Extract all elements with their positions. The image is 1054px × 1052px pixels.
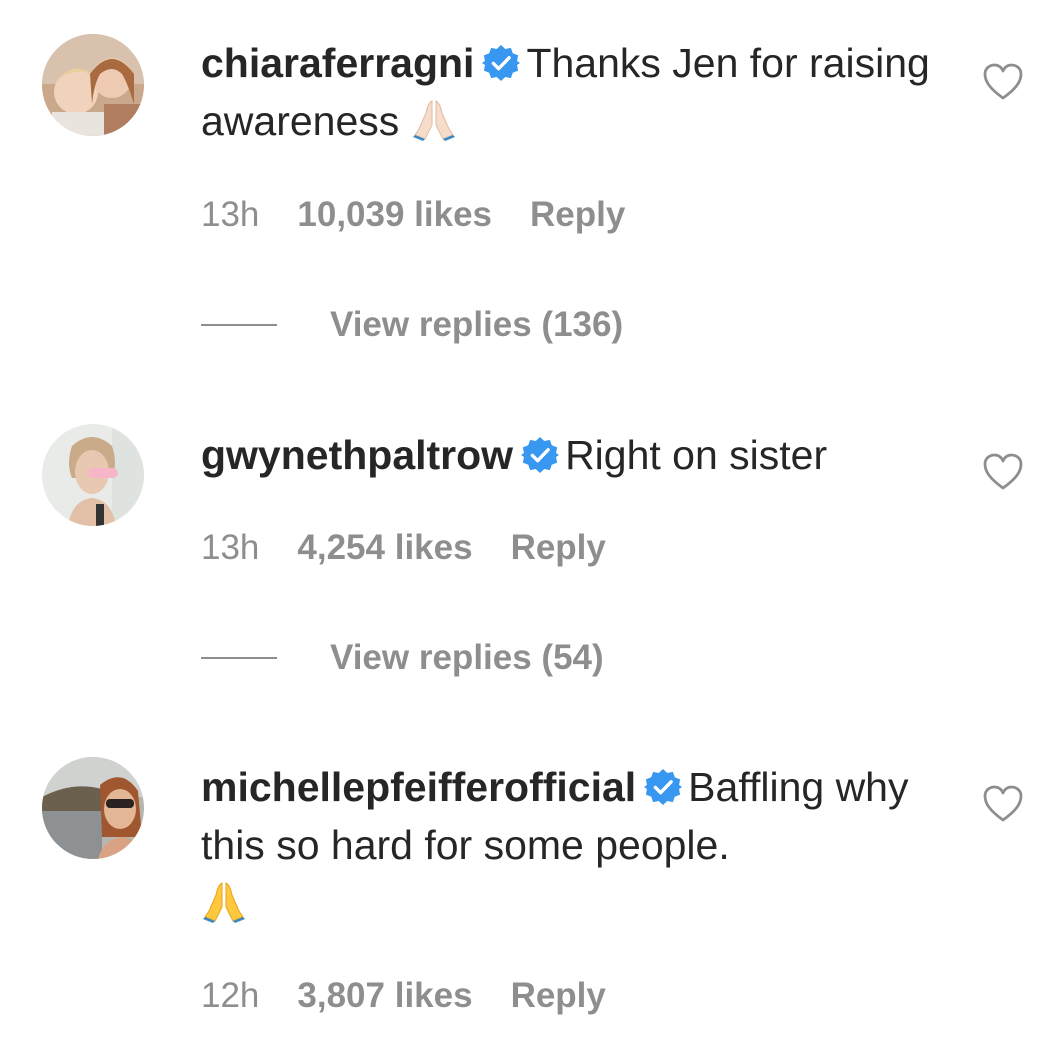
folded-hands-light-skin-emoji <box>411 95 457 141</box>
comment-likes[interactable]: 10,039 likes <box>297 195 492 235</box>
view-replies-button[interactable]: View replies (54) <box>201 636 661 680</box>
view-replies-label[interactable]: View replies (54) <box>330 636 604 680</box>
comment-time: 13h <box>201 528 260 567</box>
avatar[interactable] <box>42 424 144 526</box>
verified-badge-icon <box>482 44 521 82</box>
comment-meta: 12h 3,807 likes Reply <box>201 976 606 1016</box>
comment-body: michellepfeifferofficial Baffling why thi… <box>201 758 941 932</box>
verified-badge-icon <box>521 436 560 474</box>
comment-username[interactable]: chiaraferragni <box>201 40 474 86</box>
comment-likes[interactable]: 3,807 likes <box>297 976 472 1016</box>
heart-icon[interactable] <box>983 453 1023 491</box>
comment-time: 12h <box>201 976 260 1015</box>
verified-badge-icon <box>644 768 683 806</box>
comment-text: Right on sister <box>565 432 828 478</box>
view-replies-button[interactable]: View replies (136) <box>201 303 681 347</box>
comment-likes[interactable]: 4,254 likes <box>297 528 472 568</box>
comment-meta: 13h 10,039 likes Reply <box>201 195 625 235</box>
comment-body: chiaraferragni Thanks Jen for raising awa… <box>201 34 941 150</box>
divider-line <box>201 657 277 659</box>
comment-username[interactable]: michellepfeifferofficial <box>201 764 636 810</box>
avatar[interactable] <box>42 34 144 136</box>
reply-button[interactable]: Reply <box>530 195 625 235</box>
heart-icon[interactable] <box>983 785 1023 823</box>
folded-hands-emoji <box>201 877 247 923</box>
heart-icon[interactable] <box>983 63 1023 101</box>
view-replies-label[interactable]: View replies (136) <box>330 303 623 347</box>
comment-time: 13h <box>201 195 260 234</box>
comment-username[interactable]: gwynethpaltrow <box>201 432 513 478</box>
reply-button[interactable]: Reply <box>511 976 606 1016</box>
reply-button[interactable]: Reply <box>511 528 606 568</box>
comment-meta: 13h 4,254 likes Reply <box>201 528 606 568</box>
divider-line <box>201 324 277 326</box>
comment-body: gwynethpaltrow Right on sister <box>201 426 941 484</box>
avatar[interactable] <box>42 757 144 859</box>
